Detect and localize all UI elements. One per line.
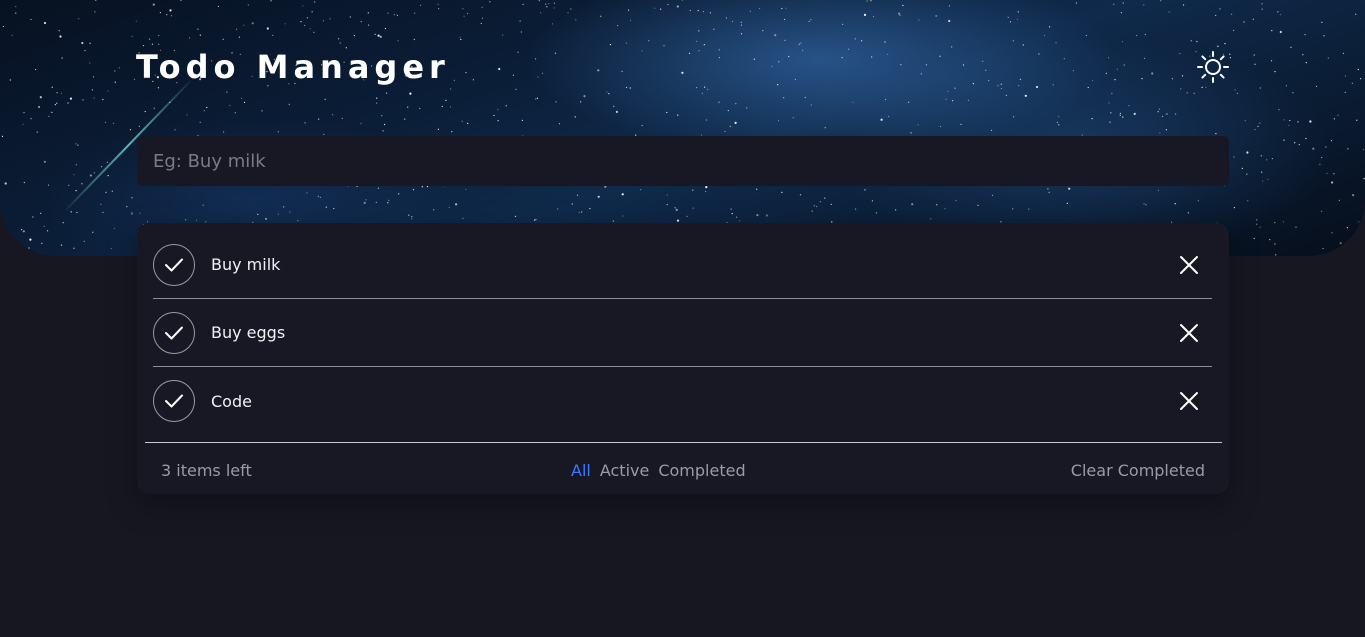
- check-icon: [165, 326, 183, 339]
- delete-todo-button[interactable]: [1176, 320, 1202, 346]
- check-icon: [165, 394, 183, 408]
- close-icon: [1180, 323, 1198, 342]
- filter-completed[interactable]: Completed: [658, 461, 745, 480]
- check-icon: [165, 258, 183, 271]
- items-left-count: 3 items left: [161, 461, 252, 480]
- todo-list-card: Buy milk Buy eggs Code 3 items left All …: [137, 223, 1229, 494]
- todo-toggle-checkbox[interactable]: [153, 243, 195, 286]
- new-todo-input[interactable]: [153, 150, 1213, 172]
- close-icon: [1180, 255, 1198, 274]
- header-background: [0, 0, 1365, 256]
- filter-all[interactable]: All: [571, 461, 591, 480]
- footer-divider: [145, 442, 1222, 443]
- todo-toggle-checkbox[interactable]: [153, 311, 195, 354]
- todo-text: Code: [211, 391, 252, 411]
- filter-group: All Active Completed: [571, 461, 746, 480]
- todo-text: Buy eggs: [211, 323, 286, 342]
- app-title: Todo Manager: [136, 48, 450, 86]
- todo-text: Buy milk: [211, 255, 281, 274]
- todo-toggle-checkbox[interactable]: [153, 380, 195, 422]
- filter-active[interactable]: Active: [600, 461, 650, 480]
- todo-item: Buy milk: [153, 231, 1212, 299]
- close-icon: [1180, 392, 1198, 410]
- sun-icon: [1197, 51, 1229, 83]
- new-todo-container: [137, 136, 1229, 186]
- todo-item: Buy eggs: [153, 299, 1212, 367]
- theme-toggle-button[interactable]: [1196, 50, 1230, 84]
- delete-todo-button[interactable]: [1176, 252, 1202, 278]
- starfield-image: [0, 0, 1365, 256]
- todo-item: Code: [153, 367, 1212, 435]
- clear-completed-button[interactable]: Clear Completed: [1071, 461, 1205, 480]
- delete-todo-button[interactable]: [1176, 388, 1202, 414]
- todo-footer: 3 items left All Active Completed Clear …: [137, 459, 1229, 485]
